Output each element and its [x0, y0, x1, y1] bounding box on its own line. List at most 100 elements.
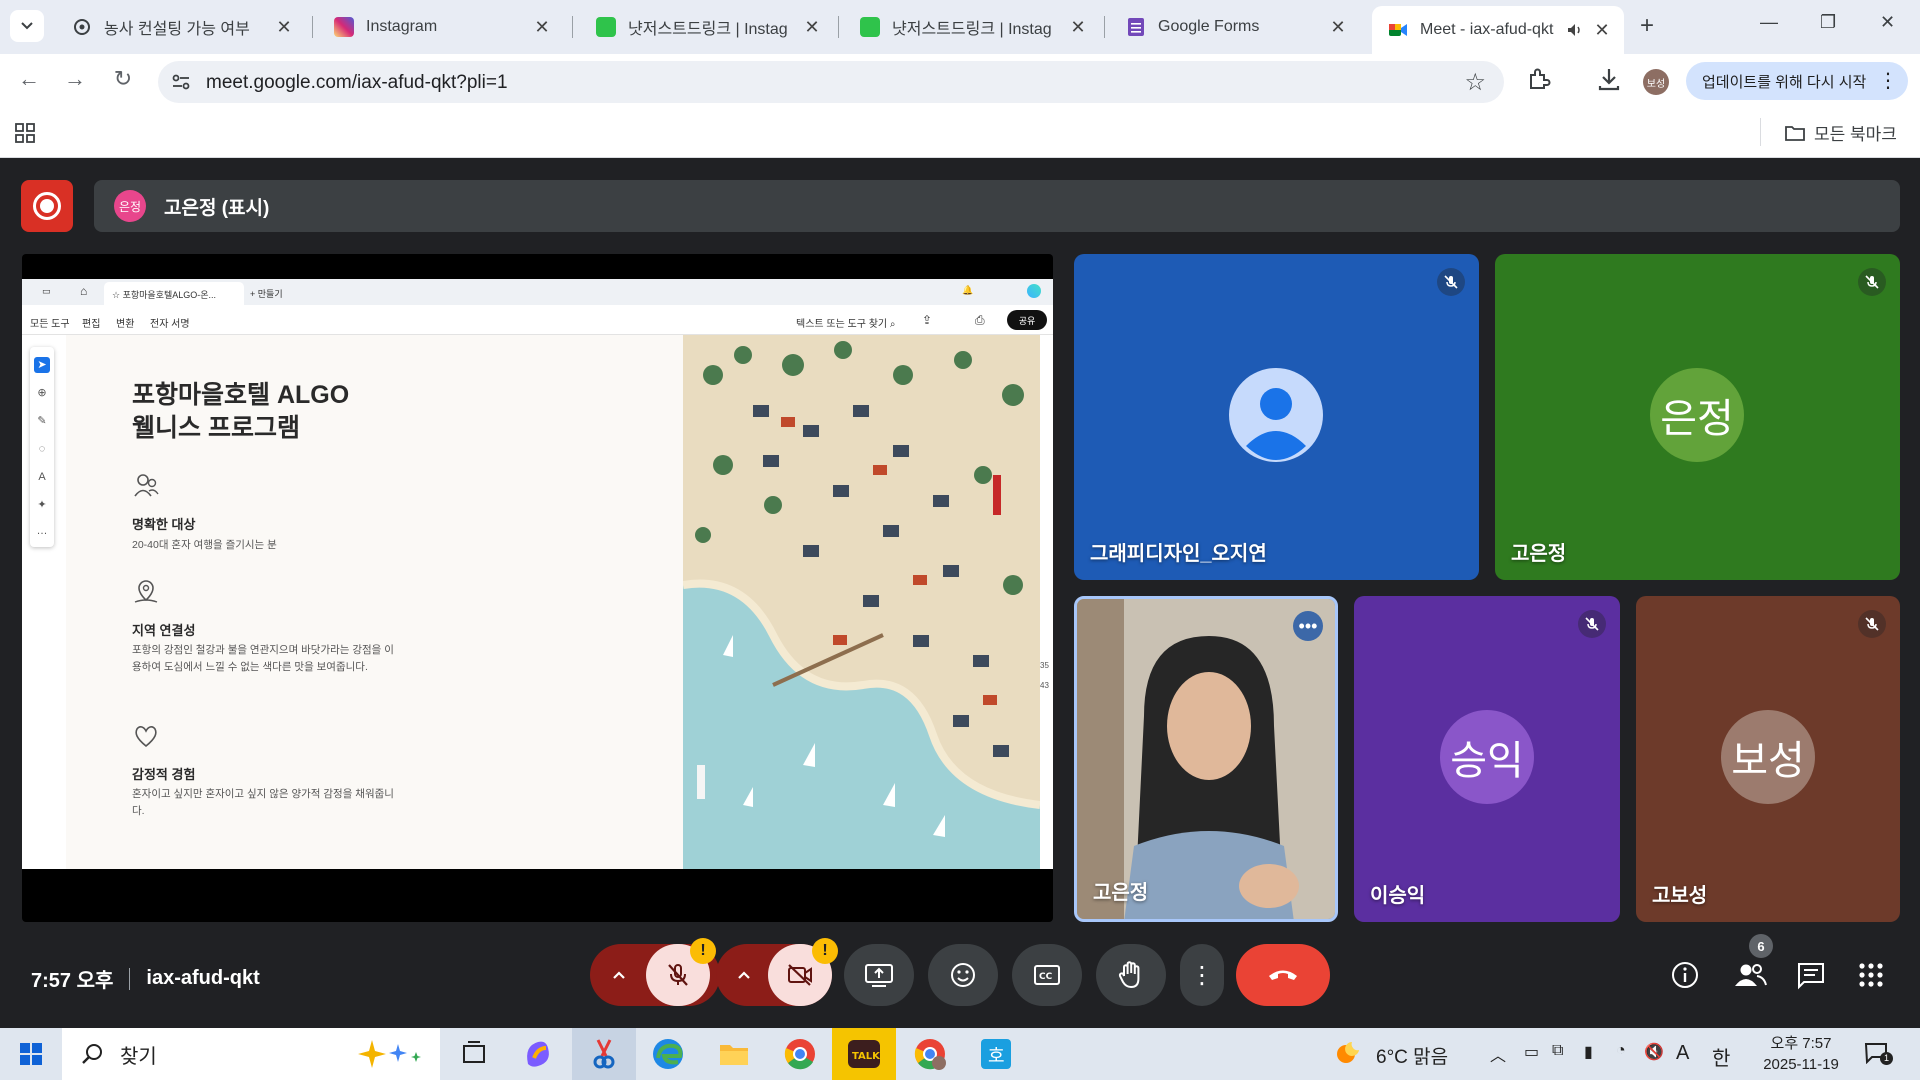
more-options-button[interactable]: •••: [1293, 611, 1323, 641]
tab-3[interactable]: 냣저스트드링크 | Instag ✕: [580, 8, 834, 46]
forward-button[interactable]: →: [60, 66, 90, 92]
download-icon[interactable]: [1596, 66, 1622, 92]
tab-1[interactable]: 농사 컨설팅 가능 여부 ✕: [56, 8, 306, 46]
camera-toggle-button[interactable]: !: [768, 938, 838, 1006]
close-icon[interactable]: ✕: [1592, 20, 1612, 41]
system-clock[interactable]: 오후 7:57 2025-11-19: [1756, 1033, 1846, 1075]
tab-2[interactable]: Instagram ✕: [318, 8, 564, 46]
participant-tile[interactable]: 승익 이승익: [1354, 596, 1620, 922]
tab-search-button[interactable]: [10, 10, 44, 42]
weather-icon[interactable]: [1334, 1036, 1364, 1066]
chat-icon[interactable]: [1796, 960, 1826, 990]
participant-tile[interactable]: 보성 고보성: [1636, 596, 1900, 922]
close-icon[interactable]: ✕: [802, 17, 822, 38]
captions-button[interactable]: CC: [1012, 944, 1082, 1006]
people-count-badge: 6: [1749, 934, 1773, 958]
input-language-indicator[interactable]: A: [1676, 1042, 1689, 1065]
tab-separator: [1104, 16, 1105, 38]
bookmark-star-icon[interactable]: ☆: [1464, 68, 1486, 97]
chevron-up-icon[interactable]: ︿: [1490, 1042, 1506, 1066]
extensions-icon[interactable]: [1526, 66, 1552, 92]
volume-muted-icon[interactable]: 🔇: [1644, 1042, 1664, 1062]
tab-6-active[interactable]: Meet - iax-afud-qkt ✕: [1372, 6, 1624, 54]
chrome-icon[interactable]: [782, 1036, 818, 1072]
more-horiz-icon: …: [36, 525, 48, 537]
more-vert-icon[interactable]: ⋮: [1878, 68, 1898, 93]
close-icon[interactable]: ✕: [1068, 17, 1088, 38]
section-heading: 지역 연결성: [132, 623, 196, 638]
openai-icon: [74, 19, 90, 35]
windows-start-icon[interactable]: [20, 1043, 42, 1065]
zoom-icon: ⊕: [37, 387, 47, 399]
participant-tile[interactable]: 은정 고은정: [1495, 254, 1900, 580]
task-view-icon[interactable]: [456, 1036, 492, 1072]
apps-grid-icon[interactable]: [14, 122, 36, 144]
hancom-icon[interactable]: 호: [978, 1036, 1014, 1072]
warning-badge: !: [690, 938, 716, 964]
meeting-time: 7:57 오후: [31, 970, 114, 992]
chevron-up-icon: [738, 971, 750, 979]
all-bookmarks-button[interactable]: 모든 북마크: [1784, 120, 1897, 145]
close-icon[interactable]: ✕: [1328, 17, 1348, 38]
site-settings-icon[interactable]: [170, 71, 192, 93]
update-restart-button[interactable]: 업데이트를 위해 다시 시작 ⋮: [1686, 62, 1908, 100]
shared-tabbar: ▭ ⌂ ☆ 포항마을호텔ALGO-온... + 만들기 🔔: [22, 279, 1053, 305]
weather-text[interactable]: 6°C 맑음: [1376, 1042, 1448, 1069]
bookmark-folder-label: 모든 북마크: [1814, 125, 1897, 144]
reactions-button[interactable]: [928, 944, 998, 1006]
file-explorer-icon[interactable]: [716, 1036, 752, 1072]
ime-indicator[interactable]: 한: [1712, 1042, 1730, 1071]
window-close-button[interactable]: ✕: [1880, 12, 1895, 33]
mic-toggle-button[interactable]: !: [646, 938, 716, 1006]
shared-screen[interactable]: ▭ ⌂ ☆ 포항마을호텔ALGO-온... + 만들기 🔔 모든 도구 편집 변…: [22, 254, 1053, 922]
edge-icon[interactable]: [650, 1036, 686, 1072]
close-icon[interactable]: ✕: [532, 17, 552, 38]
upload-icon: ⇪: [922, 313, 933, 327]
address-bar[interactable]: meet.google.com/iax-afud-qkt?pli=1 ☆: [158, 61, 1504, 103]
print-icon: ⎙: [975, 313, 985, 327]
warning-badge: !: [812, 938, 838, 964]
tray-app-icon[interactable]: ▭: [1524, 1042, 1539, 1062]
taskbar-search-box[interactable]: 찾기: [62, 1028, 440, 1080]
kakaotalk-icon[interactable]: TALK: [846, 1036, 882, 1072]
snipping-tool-icon[interactable]: [586, 1036, 622, 1072]
recording-button[interactable]: [21, 180, 73, 232]
leave-call-button[interactable]: [1236, 944, 1330, 1006]
profile-avatar[interactable]: 보성: [1643, 69, 1669, 95]
chrome-profile-icon[interactable]: [912, 1036, 948, 1072]
close-icon[interactable]: ✕: [274, 17, 294, 38]
wifi-icon[interactable]: ◔: [1616, 1042, 1626, 1060]
info-icon[interactable]: [1670, 960, 1700, 990]
participant-tile[interactable]: 그래피디자인_오지연: [1074, 254, 1479, 580]
people-icon[interactable]: [1732, 960, 1768, 990]
reload-button[interactable]: ↻: [108, 66, 138, 92]
minimize-button[interactable]: —: [1760, 12, 1778, 33]
presentation-bar: 은정 고은정 (표시): [94, 180, 1900, 232]
participant-tile-speaking[interactable]: ••• 고은정: [1074, 596, 1338, 922]
participant-name: 이승익: [1370, 885, 1426, 907]
speaker-icon[interactable]: [1566, 21, 1584, 39]
text-box-icon: A: [38, 471, 46, 483]
more-options-button[interactable]: ⋮: [1180, 944, 1224, 1006]
back-button[interactable]: ←: [14, 66, 44, 92]
tab-title: Instagram: [366, 18, 438, 35]
tab-4[interactable]: 냣저스트드링크 | Instag ✕: [844, 8, 1100, 46]
display-icon[interactable]: ⧉: [1552, 1042, 1563, 1060]
instagram-icon: [334, 17, 354, 37]
tab-5[interactable]: Google Forms ✕: [1110, 8, 1360, 46]
menu-item: 모든 도구: [30, 319, 70, 330]
restore-button[interactable]: ❐: [1820, 12, 1836, 33]
new-tab-button[interactable]: +: [1640, 12, 1654, 40]
notifications-button[interactable]: 1: [1864, 1042, 1893, 1065]
camera-options-button[interactable]: [716, 944, 772, 1006]
bookmark-separator: [1760, 118, 1761, 146]
mic-off-icon: [1858, 268, 1886, 296]
battery-icon[interactable]: ▮: [1584, 1042, 1593, 1062]
present-screen-button[interactable]: [844, 944, 914, 1006]
mic-options-button[interactable]: [590, 944, 648, 1006]
raise-hand-button[interactable]: [1096, 944, 1166, 1006]
activities-grid-icon[interactable]: [1858, 962, 1884, 988]
presenter-label: 고은정 (표시): [164, 197, 270, 219]
camera-control-group: !: [716, 938, 838, 1006]
copilot-icon[interactable]: [520, 1036, 556, 1072]
